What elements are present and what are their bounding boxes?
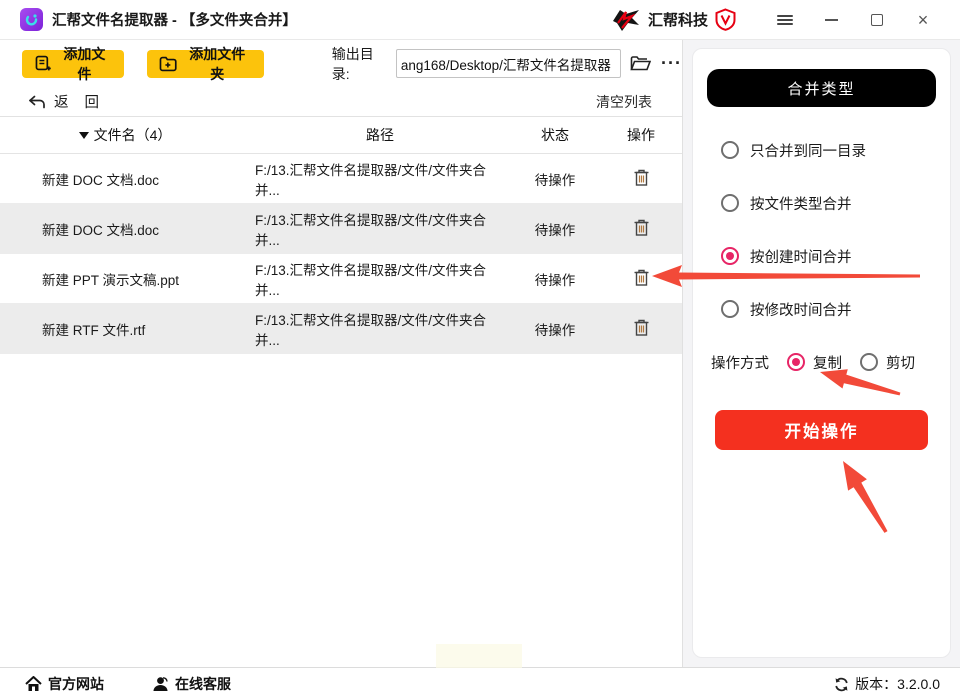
- output-dir-label: 输出目录:: [331, 45, 374, 82]
- trash-icon: [634, 169, 648, 186]
- home-icon: [25, 676, 42, 691]
- ellipsis-icon: ···: [661, 53, 682, 73]
- table-row[interactable]: 新建 RTF 文件.rtf F:/13.汇帮文件名提取器/文件/文件夹合并...…: [0, 304, 682, 354]
- file-name: 新建 PPT 演示文稿.ppt: [42, 272, 180, 288]
- radio-icon[interactable]: [860, 353, 878, 371]
- titlebar: 汇帮文件名提取器 - 【多文件夹合并】 汇帮科技 ×: [0, 0, 960, 40]
- footer: 官方网站 在线客服 版本：3.2.0.0: [0, 667, 960, 700]
- table-row[interactable]: 新建 PPT 演示文稿.ppt F:/13.汇帮文件名提取器/文件/文件夹合并.…: [0, 254, 682, 304]
- brand-ink-logo-icon: [612, 9, 639, 31]
- file-list-section: 添加文件 添加文件夹 输出目录: ··· 返 回 清空列表 文件名（4）: [0, 40, 682, 667]
- trash-icon: [634, 269, 648, 286]
- delete-row-button[interactable]: [632, 167, 651, 191]
- clear-list-button[interactable]: 清空列表: [596, 92, 652, 112]
- official-website-link[interactable]: 官方网站: [25, 674, 104, 694]
- table-row[interactable]: 新建 DOC 文档.doc F:/13.汇帮文件名提取器/文件/文件夹合并...…: [0, 204, 682, 254]
- more-options-button[interactable]: ···: [661, 53, 682, 74]
- file-path: F:/13.汇帮文件名提取器/文件/文件夹合并...: [255, 262, 487, 298]
- app-logo-icon: [20, 8, 43, 31]
- column-header-action: 操作: [627, 127, 655, 143]
- list-action-bar: 返 回 清空列表: [0, 87, 682, 117]
- radio-option-cut[interactable]: 剪切: [860, 352, 915, 373]
- file-status: 待操作: [534, 322, 576, 338]
- file-status: 待操作: [534, 272, 576, 288]
- folder-plus-icon: [159, 56, 177, 71]
- table-header: 文件名（4） 路径 状态 操作: [0, 117, 682, 154]
- operation-mode-row: 操作方式 复制 剪切: [711, 352, 936, 372]
- file-name: 新建 RTF 文件.rtf: [42, 322, 146, 338]
- refresh-icon: [835, 677, 848, 691]
- file-path: F:/13.汇帮文件名提取器/文件/文件夹合并...: [255, 162, 487, 198]
- trash-icon: [634, 219, 648, 236]
- toolbar: 添加文件 添加文件夹 输出目录: ···: [0, 40, 682, 87]
- folder-open-icon: [630, 56, 652, 71]
- radio-option-same-directory[interactable]: 只合并到同一目录: [721, 140, 936, 160]
- file-status: 待操作: [534, 172, 576, 188]
- delete-row-button[interactable]: [632, 217, 651, 241]
- merge-type-header: 合并类型: [707, 69, 936, 107]
- radio-icon[interactable]: [787, 353, 805, 371]
- trash-icon: [634, 319, 648, 336]
- sort-descending-icon: [78, 131, 89, 139]
- online-support-link[interactable]: 在线客服: [152, 674, 231, 694]
- file-status: 待操作: [534, 222, 576, 238]
- delete-row-button[interactable]: [632, 317, 651, 341]
- close-icon[interactable]: ×: [900, 5, 946, 35]
- brand-name: 汇帮科技: [647, 12, 708, 29]
- add-file-label: 添加文件: [63, 45, 106, 82]
- menu-icon[interactable]: [762, 5, 808, 35]
- add-folder-button[interactable]: 添加文件夹: [146, 46, 264, 82]
- start-operation-button[interactable]: 开始操作: [715, 410, 928, 450]
- merge-settings-card: 合并类型 只合并到同一目录 按文件类型合并 按创建时间合并 按修改时间合并 操作…: [692, 48, 951, 658]
- version-info: 版本：3.2.0.0: [834, 674, 940, 694]
- watermark: [436, 644, 522, 668]
- delete-row-button[interactable]: [632, 267, 651, 291]
- minimize-icon[interactable]: [808, 5, 854, 35]
- file-name: 新建 DOC 文档.doc: [42, 172, 160, 188]
- radio-option-by-create-time[interactable]: 按创建时间合并: [721, 246, 936, 266]
- file-plus-icon: [35, 55, 51, 71]
- version-text: 版本：3.2.0.0: [855, 676, 940, 692]
- radio-icon[interactable]: [721, 300, 739, 318]
- customer-service-icon: [153, 677, 168, 691]
- shield-v-badge-icon: [715, 8, 736, 31]
- column-header-path: 路径: [366, 127, 394, 143]
- radio-option-by-file-type[interactable]: 按文件类型合并: [721, 193, 936, 213]
- column-header-name[interactable]: 文件名（4）: [0, 125, 250, 145]
- radio-option-by-modify-time[interactable]: 按修改时间合并: [721, 299, 936, 319]
- back-button[interactable]: 返 回: [28, 91, 105, 112]
- back-arrow-icon: [29, 95, 45, 108]
- add-file-button[interactable]: 添加文件: [22, 46, 124, 82]
- radio-option-copy[interactable]: 复制: [787, 352, 842, 373]
- radio-icon[interactable]: [721, 194, 739, 212]
- radio-icon[interactable]: [721, 247, 739, 265]
- merge-settings-panel: 合并类型 只合并到同一目录 按文件类型合并 按创建时间合并 按修改时间合并 操作…: [682, 40, 960, 667]
- main-area: 添加文件 添加文件夹 输出目录: ··· 返 回 清空列表 文件名（4）: [0, 40, 960, 667]
- maximize-icon[interactable]: [854, 5, 900, 35]
- brand-badge: 汇帮科技: [611, 8, 736, 32]
- operation-mode-label: 操作方式: [711, 355, 769, 372]
- browse-folder-button[interactable]: [630, 55, 652, 72]
- file-name: 新建 DOC 文档.doc: [42, 222, 160, 238]
- file-path: F:/13.汇帮文件名提取器/文件/文件夹合并...: [255, 312, 487, 348]
- window-title: 汇帮文件名提取器 - 【多文件夹合并】: [52, 13, 297, 29]
- add-folder-label: 添加文件夹: [189, 45, 246, 82]
- file-path: F:/13.汇帮文件名提取器/文件/文件夹合并...: [255, 212, 487, 248]
- radio-icon[interactable]: [721, 141, 739, 159]
- column-header-status: 状态: [541, 127, 569, 143]
- output-dir-input[interactable]: [395, 49, 622, 78]
- back-label: 返 回: [54, 95, 106, 111]
- table-row[interactable]: 新建 DOC 文档.doc F:/13.汇帮文件名提取器/文件/文件夹合并...…: [0, 154, 682, 204]
